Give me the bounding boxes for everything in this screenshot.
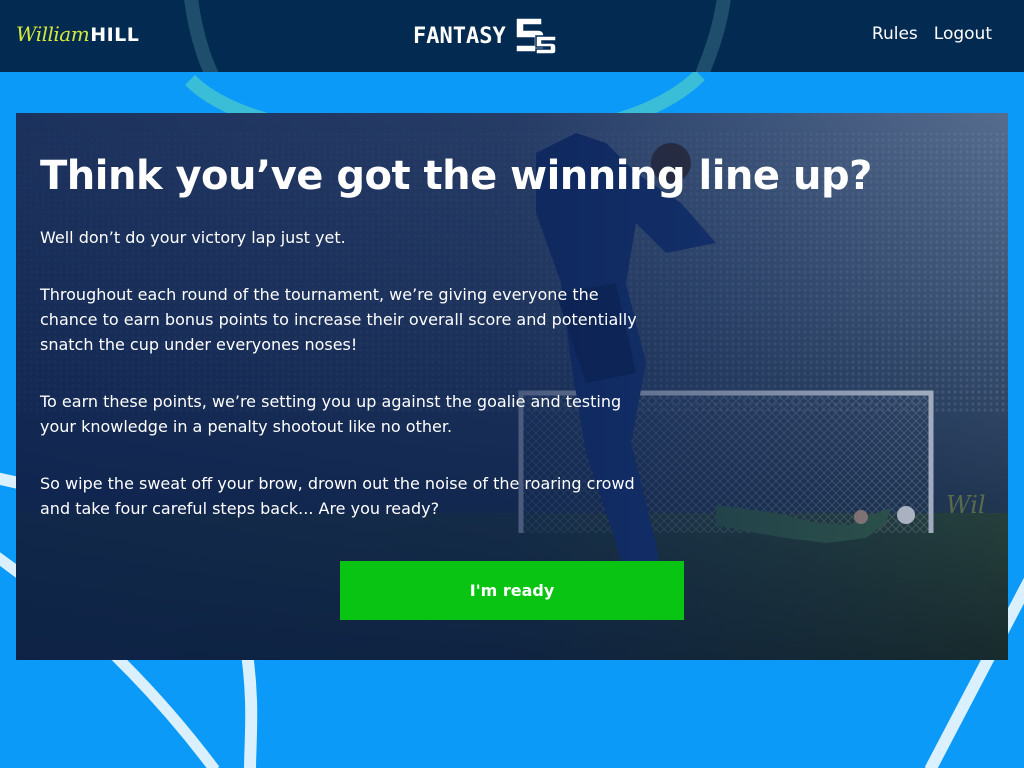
william-hill-logo[interactable]: William HILL (16, 22, 139, 52)
fantasy-5s-logo: FANTASY (413, 16, 560, 56)
bonus-points-paragraph: Throughout each round of the tournament,… (40, 285, 637, 354)
header-nav: Rules Logout (872, 24, 992, 44)
im-ready-button[interactable]: I'm ready (340, 561, 684, 620)
ready-paragraph: So wipe the sweat off your brow, drown o… (40, 474, 635, 518)
card-content: Think you’ve got the winning line up? We… (40, 149, 872, 553)
penalty-intro-card: Wil Think you’ve got the winning line up… (16, 113, 1008, 660)
rules-link[interactable]: Rules (872, 24, 918, 44)
fantasy-logo-text: FANTASY (413, 23, 506, 49)
brand-script-text: William (16, 22, 90, 46)
logout-link[interactable]: Logout (934, 24, 992, 44)
brand-bold-text: HILL (90, 24, 140, 46)
penalty-shootout-paragraph: To earn these points, we’re setting you … (40, 392, 622, 436)
page-title: Think you’ve got the winning line up? (40, 153, 872, 199)
five-s-logo-icon (514, 17, 557, 55)
top-navigation-bar: William HILL FANTASY Rules Logout (0, 0, 1024, 72)
intro-paragraph: Well don’t do your victory lap just yet. (40, 228, 346, 247)
